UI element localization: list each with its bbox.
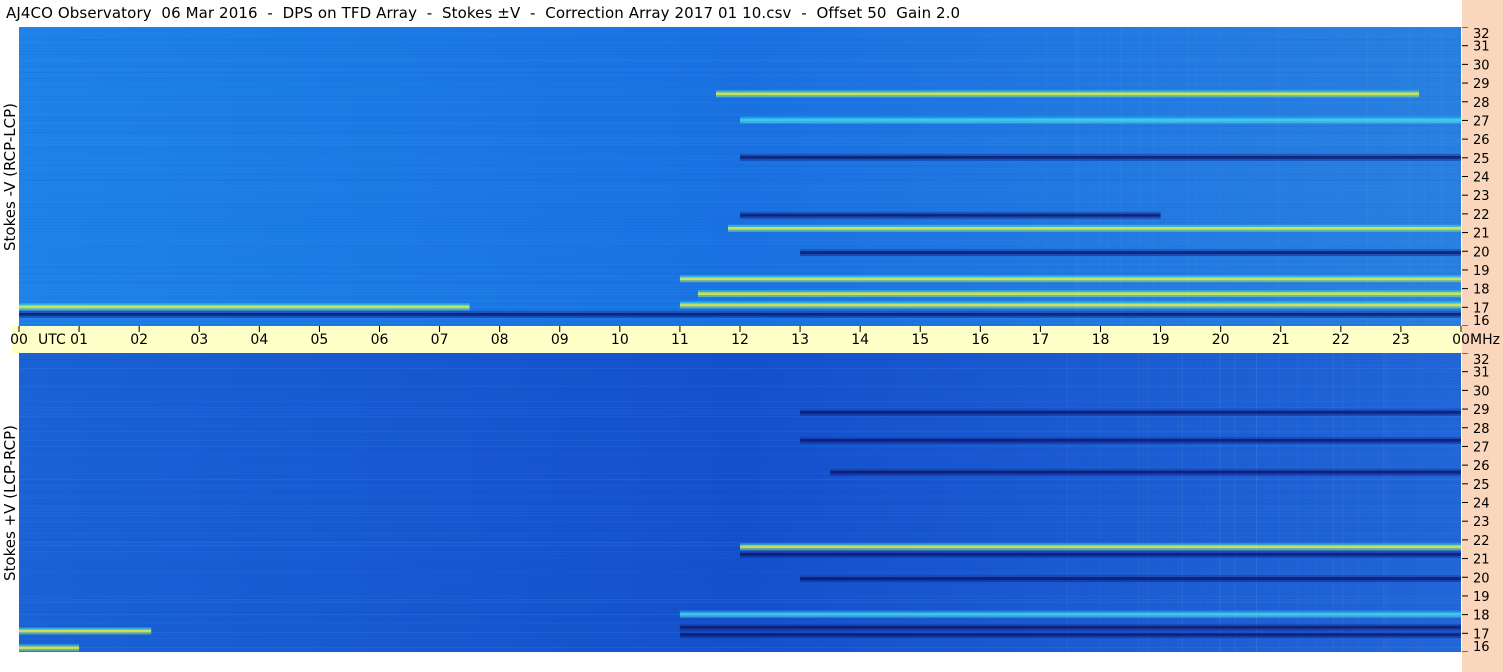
freq-tick-label: 28 (1473, 422, 1490, 437)
emission-band (800, 249, 1461, 257)
freq-tick-label: 17 (1473, 301, 1490, 316)
emission-band (19, 627, 152, 635)
freq-tick-label: 19 (1473, 590, 1490, 605)
mhz-unit-label: MHz (1470, 332, 1500, 348)
emission-band (679, 275, 1461, 283)
emission-band (679, 631, 1461, 639)
spectrogram-top (19, 27, 1461, 326)
emission-band (740, 116, 1461, 124)
spectrogram-bottom (19, 353, 1461, 652)
time-tick-label: 07 (431, 332, 449, 348)
emission-band (716, 90, 1419, 98)
freq-tick-label: 18 (1473, 609, 1490, 624)
title-bar: AJ4CO Observatory 06 Mar 2016 - DPS on T… (0, 0, 1462, 26)
freq-tick-label: 26 (1473, 459, 1490, 474)
frequency-axis-top: 1617181920212223242526272829303132 (1462, 27, 1490, 326)
freq-tick-label: 18 (1473, 283, 1490, 298)
time-tick-label: 15 (911, 332, 929, 348)
time-tick-label: 00 (1452, 332, 1470, 348)
emission-band (740, 153, 1461, 161)
time-tick-label: 16 (971, 332, 989, 348)
freq-tick-label: 23 (1473, 189, 1490, 204)
emission-band (728, 224, 1461, 232)
freq-tick-label: 27 (1473, 440, 1490, 455)
freq-tick-label: 30 (1473, 58, 1490, 73)
emission-band (19, 310, 1461, 318)
emission-band (19, 303, 470, 311)
freq-tick-label: 26 (1473, 133, 1490, 148)
time-tick-label: 20 (1212, 332, 1230, 348)
time-tick-label: 19 (1152, 332, 1170, 348)
emission-band (740, 543, 1461, 551)
time-tick-label: 10 (611, 332, 629, 348)
spectrogram-background (19, 353, 1461, 652)
emission-band (830, 468, 1461, 476)
freq-tick-label: 25 (1473, 478, 1490, 493)
emission-band (679, 301, 1461, 309)
freq-tick-label: 24 (1473, 497, 1490, 512)
emission-band (740, 550, 1461, 558)
freq-tick-label: 32 (1473, 27, 1490, 42)
emission-band (800, 436, 1461, 444)
time-tick-label: 09 (551, 332, 569, 348)
freq-tick-label: 29 (1473, 77, 1490, 92)
freq-tick-label: 29 (1473, 403, 1490, 418)
time-tick-label: 18 (1092, 332, 1110, 348)
time-tick-label: 03 (190, 332, 208, 348)
freq-tick-label: 20 (1473, 245, 1490, 260)
freq-tick-label: 24 (1473, 171, 1490, 186)
freq-tick-label: 27 (1473, 114, 1490, 129)
time-tick-label: 06 (371, 332, 389, 348)
time-tick-label: 21 (1272, 332, 1290, 348)
time-tick-label: 02 (130, 332, 148, 348)
time-tick-label: 00 (10, 332, 28, 348)
freq-tick-label: 32 (1473, 353, 1490, 368)
emission-band (800, 408, 1461, 416)
utc-unit-label: UTC (38, 332, 66, 348)
time-tick-label: 14 (851, 332, 869, 348)
emission-band (740, 211, 1161, 219)
time-tick-label: 13 (791, 332, 809, 348)
time-tick-label: 22 (1332, 332, 1350, 348)
time-tick-label: 05 (311, 332, 329, 348)
freq-tick-label: 22 (1473, 534, 1490, 549)
chart-title: AJ4CO Observatory 06 Mar 2016 - DPS on T… (6, 4, 961, 22)
frequency-axis-bottom: 1617181920212223242526272829303132 (1462, 353, 1490, 652)
freq-tick-label: 22 (1473, 208, 1490, 223)
emission-band (800, 575, 1461, 583)
freq-tick-label: 21 (1473, 553, 1490, 568)
time-tick-label: 04 (250, 332, 268, 348)
emission-band (679, 623, 1461, 631)
time-tick-label: 11 (671, 332, 689, 348)
freq-tick-label: 25 (1473, 152, 1490, 167)
emission-band (697, 290, 1461, 298)
time-tick-label: 08 (491, 332, 509, 348)
time-tick-label: 23 (1392, 332, 1410, 348)
freq-tick-label: 21 (1473, 227, 1490, 242)
time-tick-label: 01 (70, 332, 88, 348)
time-axis: 00 01 02 03 04 05 06 07 08 09 10 11 12 13 14 15 16 17 18 19… (10, 326, 1500, 348)
freq-tick-label: 28 (1473, 96, 1490, 111)
freq-tick-label: 19 (1473, 264, 1490, 279)
time-tick-label: 17 (1032, 332, 1050, 348)
bottom-panel-label: Stokes +V (LCP-RCP) (1, 425, 19, 581)
time-tick-label: 12 (731, 332, 749, 348)
top-panel-label: Stokes -V (RCP-LCP) (1, 103, 19, 251)
emission-band (19, 644, 80, 652)
freq-tick-label: 20 (1473, 571, 1490, 586)
freq-tick-label: 30 (1473, 384, 1490, 399)
freq-tick-label: 17 (1473, 627, 1490, 642)
freq-tick-label: 23 (1473, 515, 1490, 530)
emission-band (679, 610, 1461, 618)
